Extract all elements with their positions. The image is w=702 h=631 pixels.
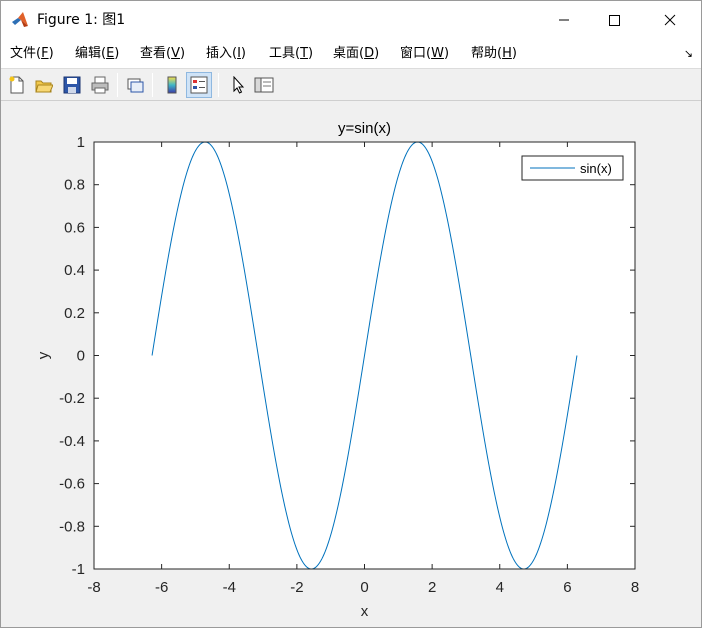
x-tick-label: 0 — [360, 579, 368, 596]
maximize-button[interactable] — [591, 1, 637, 39]
link-icon — [127, 78, 144, 93]
toolbar-separator — [152, 73, 153, 97]
menu-file[interactable]: 文件(F) — [10, 46, 54, 62]
matlab-logo-icon — [11, 11, 29, 29]
open-icon — [35, 80, 53, 93]
data-point — [576, 355, 577, 356]
figure-canvas: -8 -6 -4 -2 0 2 4 6 8 1 0.8 0.6 0.4 0.2 0 -0.2 -0.4 -0.6 -… — [1, 101, 701, 627]
data-point — [364, 355, 365, 356]
menu-desktop[interactable]: 桌面(D) — [333, 46, 379, 62]
print-button[interactable] — [87, 72, 113, 98]
y-axis-label: y — [35, 351, 52, 359]
toolbar-separator — [117, 73, 118, 97]
x-axis-label: x — [361, 603, 369, 620]
menu-insert[interactable]: 插入(I) — [206, 46, 246, 62]
y-tick-label: -0.2 — [59, 390, 85, 407]
x-tick-label: -4 — [223, 579, 236, 596]
maximize-icon — [609, 15, 620, 26]
chart-title: y=sin(x) — [338, 120, 391, 137]
menu-window[interactable]: 窗口(W) — [400, 46, 449, 62]
menu-view[interactable]: 查看(V) — [140, 46, 185, 62]
y-tick-label: -1 — [72, 561, 85, 578]
pointer-icon — [233, 76, 245, 94]
data-point — [231, 204, 232, 205]
figure-window: Figure 1: 图1 文件(F) 编辑(E) 查看(V) 插入(I) 工具(… — [0, 0, 702, 628]
pointer-button[interactable] — [225, 72, 251, 98]
y-tick-label: 1 — [77, 134, 85, 151]
legend[interactable]: sin(x) — [521, 155, 624, 181]
minimize-button[interactable] — [541, 1, 587, 39]
link-plot-button[interactable] — [122, 72, 148, 98]
data-point — [284, 506, 285, 507]
x-tick-label: 4 — [496, 579, 504, 596]
save-icon — [63, 76, 81, 94]
data-point — [550, 506, 551, 507]
y-tick-label: 0.4 — [64, 262, 85, 279]
figure-toolbar — [1, 69, 701, 101]
colorbar-icon — [167, 76, 177, 94]
x-tick-label: 8 — [631, 579, 639, 596]
data-point — [258, 355, 259, 356]
y-tick-label: 0.6 — [64, 219, 85, 236]
y-tick-label: 0 — [77, 348, 85, 365]
open-file-button[interactable] — [31, 72, 57, 98]
window-title: Figure 1: 图1 — [37, 12, 126, 28]
legend-button[interactable] — [186, 72, 212, 98]
title-bar[interactable]: Figure 1: 图1 — [1, 1, 701, 39]
data-point — [337, 506, 338, 507]
data-point — [152, 355, 153, 356]
plot-svg: -8 -6 -4 -2 0 2 4 6 8 1 0.8 0.6 0.4 0.2 0 -0.2 -0.4 -0.6 -… — [35, 120, 639, 620]
x-tick-label: 2 — [428, 579, 436, 596]
data-point — [470, 355, 471, 356]
menu-edit[interactable]: 编辑(E) — [75, 46, 119, 62]
menu-bar: 文件(F) 编辑(E) 查看(V) 插入(I) 工具(T) 桌面(D) 窗口(W… — [1, 39, 701, 69]
y-tick-label: 0.2 — [64, 305, 85, 322]
data-point — [497, 506, 498, 507]
colorbar-button[interactable] — [159, 72, 185, 98]
close-icon — [664, 14, 676, 26]
x-tick-label: 6 — [563, 579, 571, 596]
data-point — [178, 204, 179, 205]
new-figure-button[interactable] — [4, 72, 30, 98]
x-tick-label: -2 — [290, 579, 303, 596]
y-tick-label: -0.6 — [59, 476, 85, 493]
y-tick-label: -0.8 — [59, 518, 85, 535]
y-tick-label: -0.4 — [59, 433, 85, 450]
new-figure-icon — [9, 76, 24, 94]
data-point — [391, 204, 392, 205]
legend-icon — [190, 76, 208, 94]
save-button[interactable] — [59, 72, 85, 98]
property-editor-icon — [254, 77, 274, 93]
x-tick-label: -8 — [87, 579, 100, 596]
legend-entry-sin: sin(x) — [580, 161, 612, 176]
property-editor-button[interactable] — [251, 72, 277, 98]
close-button[interactable] — [647, 1, 693, 39]
menu-help[interactable]: 帮助(H) — [471, 46, 517, 62]
menu-tools[interactable]: 工具(T) — [269, 46, 313, 62]
y-tick-label: 0.8 — [64, 177, 85, 194]
toolbar-separator — [218, 73, 219, 97]
data-point — [444, 204, 445, 205]
minimize-icon — [559, 19, 569, 21]
print-icon — [91, 76, 109, 94]
dock-arrow-icon[interactable]: ↘ — [684, 47, 693, 60]
x-tick-label: -6 — [155, 579, 168, 596]
